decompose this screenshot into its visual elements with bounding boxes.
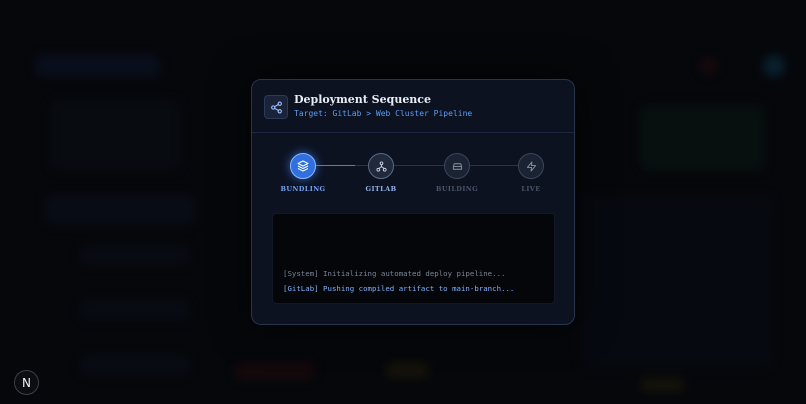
step-label: GITLAB — [365, 185, 397, 193]
share-icon — [264, 95, 288, 119]
step-label: BUILDING — [435, 185, 479, 193]
deployment-stepper: BUNDLING GITLAB BUILDING LIVE — [252, 132, 574, 212]
box-icon — [444, 153, 470, 179]
app-logo-button[interactable]: N — [14, 370, 39, 395]
step-building: BUILDING — [427, 153, 487, 193]
modal-header: Deployment Sequence Target: GitLab > Web… — [252, 80, 574, 133]
deploy-console[interactable]: [System] Initializing automated deploy p… — [272, 213, 555, 304]
layers-icon — [290, 153, 316, 179]
step-label: LIVE — [521, 185, 541, 193]
step-live: LIVE — [501, 153, 561, 193]
console-line-gitlab: [GitLab] Pushing compiled artifact to ma… — [283, 284, 515, 293]
step-label: BUNDLING — [280, 185, 326, 193]
step-gitlab: GITLAB — [351, 153, 411, 193]
modal-title: Deployment Sequence — [294, 93, 432, 106]
bolt-icon — [518, 153, 544, 179]
step-bundling: BUNDLING — [273, 153, 333, 193]
modal-subtitle: Target: GitLab > Web Cluster Pipeline — [294, 109, 473, 118]
console-line-system: [System] Initializing automated deploy p… — [283, 269, 506, 278]
logo-glyph: N — [22, 375, 31, 390]
deployment-modal: Deployment Sequence Target: GitLab > Web… — [251, 79, 575, 325]
git-branch-icon — [368, 153, 394, 179]
